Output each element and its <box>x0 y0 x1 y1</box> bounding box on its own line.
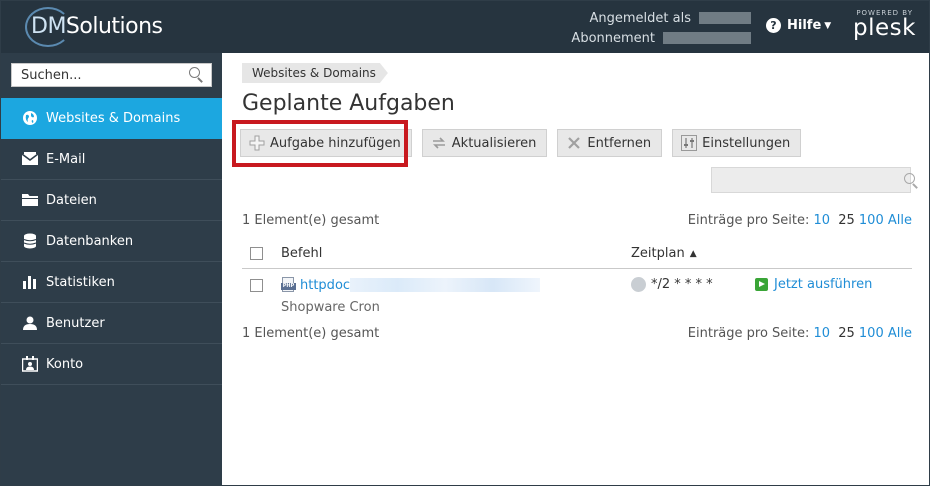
sidebar-item-label: Benutzer <box>46 315 105 331</box>
sidebar-nav: Websites & Domains E-Mail Dateien Datenb… <box>1 98 222 385</box>
sidebar-item-statistics[interactable]: Statistiken <box>1 262 222 303</box>
sidebar-item-websites-domains[interactable]: Websites & Domains <box>1 98 222 139</box>
list-summary-bottom: 1 Element(e) gesamt Einträge pro Seite: … <box>242 326 912 341</box>
brand-logo[interactable]: DMSolutions <box>23 7 183 47</box>
per-page-selector: Einträge pro Seite: 10 25 100 Alle <box>688 213 912 228</box>
sidebar-item-label: Statistiken <box>46 274 115 290</box>
subscription-label: Abonnement <box>571 30 655 46</box>
redacted-username <box>699 12 751 24</box>
search-icon[interactable] <box>189 67 205 83</box>
breadcrumb[interactable]: Websites & Domains <box>242 63 388 83</box>
main-content: Websites & Domains Geplante Aufgaben Auf… <box>222 53 929 485</box>
schedule-value: */2 * * * * <box>651 277 713 292</box>
remove-button[interactable]: Entfernen <box>557 129 663 157</box>
sidebar-item-label: Dateien <box>46 192 97 208</box>
brand-prefix: DM <box>31 14 66 39</box>
folder-icon <box>22 192 38 208</box>
user-icon <box>22 315 38 331</box>
run-now-label: Jetzt ausführen <box>774 277 873 292</box>
task-description: Shopware Cron <box>281 300 380 315</box>
sidebar-item-label: E-Mail <box>46 151 86 167</box>
globe-icon <box>22 110 38 126</box>
per-page-25: 25 <box>838 326 855 341</box>
task-command: PHP httpdoc <box>281 277 541 293</box>
column-schedule[interactable]: Zeitplan ▲ <box>631 246 741 261</box>
list-search-input[interactable] <box>711 167 918 193</box>
task-command-link[interactable]: httpdoc <box>300 278 350 293</box>
sidebar-item-label: Websites & Domains <box>46 110 181 126</box>
php-file-icon: PHP <box>281 277 296 293</box>
sidebar-item-files[interactable]: Dateien <box>1 180 222 221</box>
brand-suffix: Solutions <box>65 14 163 39</box>
per-page-10[interactable]: 10 <box>814 213 831 228</box>
total-count: 1 Element(e) gesamt <box>242 213 380 228</box>
settings-button[interactable]: Einstellungen <box>672 129 802 157</box>
per-page-100[interactable]: 100 <box>859 326 884 341</box>
refresh-icon <box>431 135 447 151</box>
remove-x-icon <box>566 135 582 151</box>
sort-asc-icon: ▲ <box>689 248 697 259</box>
database-icon <box>22 233 38 249</box>
per-page-all[interactable]: Alle <box>888 326 912 341</box>
play-icon <box>755 278 768 291</box>
row-checkbox[interactable] <box>250 279 263 292</box>
plesk-window: DMSolutions Angemeldet als Abonnement ? … <box>0 0 930 486</box>
sidebar-item-users[interactable]: Benutzer <box>1 303 222 344</box>
mail-icon <box>22 151 38 167</box>
total-count: 1 Element(e) gesamt <box>242 326 380 341</box>
column-schedule-label: Zeitplan <box>631 246 685 261</box>
run-now-button[interactable]: Jetzt ausführen <box>755 277 872 292</box>
refresh-button[interactable]: Aktualisieren <box>421 129 548 157</box>
table-header: Befehl Zeitplan ▲ <box>242 239 912 269</box>
per-page-selector: Einträge pro Seite: 10 25 100 Alle <box>688 326 912 341</box>
help-label: Hilfe <box>787 18 822 33</box>
top-header: DMSolutions Angemeldet als Abonnement ? … <box>1 1 929 53</box>
sidebar-item-account[interactable]: Konto <box>1 344 222 385</box>
per-page-all[interactable]: Alle <box>888 213 912 228</box>
per-page-label: Einträge pro Seite: <box>687 213 810 228</box>
logged-in-label: Angemeldet als <box>589 10 692 26</box>
column-command[interactable]: Befehl <box>281 246 631 261</box>
settings-sliders-icon <box>681 135 698 151</box>
select-all-checkbox[interactable] <box>250 247 263 260</box>
redacted-command <box>350 278 541 292</box>
per-page-label: Einträge pro Seite: <box>687 326 810 341</box>
per-page-10[interactable]: 10 <box>814 326 831 341</box>
status-dot-icon <box>631 277 646 292</box>
tasks-table: Befehl Zeitplan ▲ PHP httpdoc Shopware C… <box>242 239 912 321</box>
task-schedule: */2 * * * * <box>631 277 713 292</box>
remove-label: Entfernen <box>587 135 652 151</box>
question-mark-icon: ? <box>766 18 781 33</box>
sidebar-item-databases[interactable]: Datenbanken <box>1 221 222 262</box>
table-row: PHP httpdoc Shopware Cron */2 * * * * Je… <box>242 269 912 321</box>
plesk-logo: POWERED BY plesk <box>853 9 916 41</box>
redacted-subscription[interactable] <box>663 32 751 44</box>
per-page-100[interactable]: 100 <box>859 213 884 228</box>
highlight-box <box>232 120 408 167</box>
sidebar-search-input[interactable]: Suchen... <box>11 63 212 87</box>
sidebar-item-email[interactable]: E-Mail <box>1 139 222 180</box>
page-title: Geplante Aufgaben <box>242 91 455 116</box>
list-summary-top: 1 Element(e) gesamt Einträge pro Seite: … <box>242 213 912 228</box>
user-info: Angemeldet als Abonnement <box>541 9 751 49</box>
refresh-label: Aktualisieren <box>451 135 537 151</box>
sidebar-item-label: Konto <box>46 356 84 372</box>
sidebar-item-label: Datenbanken <box>46 233 134 249</box>
search-placeholder: Suchen... <box>21 67 82 83</box>
sidebar: Suchen... Websites & Domains E-Mail Date… <box>1 53 222 485</box>
account-icon <box>22 356 38 372</box>
bar-chart-icon <box>22 274 38 290</box>
plesk-wordmark: plesk <box>853 15 916 41</box>
caret-down-icon: ▼ <box>824 20 832 31</box>
per-page-25: 25 <box>838 213 855 228</box>
help-menu[interactable]: ? Hilfe ▼ <box>766 18 831 33</box>
settings-label: Einstellungen <box>702 135 791 151</box>
